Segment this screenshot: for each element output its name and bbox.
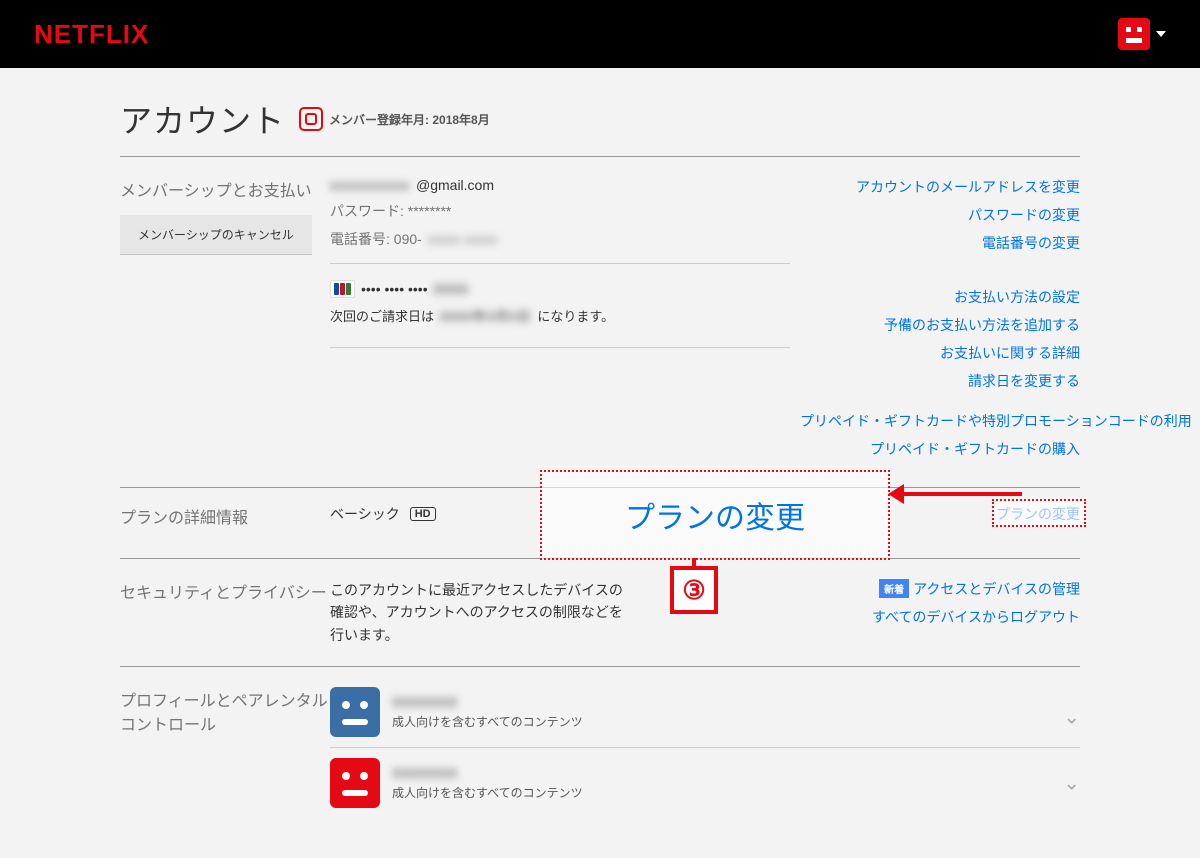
section-membership: メンバーシップとお支払い メンバーシップのキャンセル xxxxxxxxxx @g… [120,156,1080,487]
profile-name: XXXXXXX [392,765,583,781]
link-manage-access[interactable]: 新着アクセスとデバイスの管理 [800,579,1080,599]
link-signout-all[interactable]: すべてのデバイスからログアウト [800,607,1080,627]
new-badge: 新着 [879,579,909,598]
profile-name: XXXXXXX [392,694,583,710]
link-billing-details[interactable]: お支払いに関する詳細 [800,343,1080,363]
section-profiles: プロフィールとペアレンタルコントロール XXXXXXX 成人向けを含むすべてのコ… [120,666,1080,818]
account-phone: 電話番号: 090-xxxx-xxxx [330,229,790,249]
payment-card: •••• •••• •••• 0000 [330,280,790,298]
link-change-password[interactable]: パスワードの変更 [800,205,1080,225]
profile-maturity-desc: 成人向けを含むすべてのコンテンツ [392,784,583,801]
caret-down-icon [1156,31,1166,37]
page-title: アカウント [120,96,285,142]
section-security: セキュリティとプライバシー このアカウントに最近アクセスしたデバイスの確認や、ア… [120,558,1080,666]
cancel-membership-button[interactable]: メンバーシップのキャンセル [120,215,312,254]
security-description: このアカウントに最近アクセスしたデバイスの確認や、アカウントへのアクセスの制限な… [330,579,630,646]
annotation-callout: プランの変更 [540,470,890,560]
account-email: xxxxxxxxxx @gmail.com [330,177,790,193]
section-title-membership: メンバーシップとお支払い [120,177,330,201]
profile-avatar-icon [330,758,380,808]
chevron-down-icon[interactable]: ⌄ [1063,771,1080,796]
annotation-step-badge: ③ [670,566,718,614]
account-page: アカウント メンバー登録年月: 2018年8月 メンバーシップとお支払い メンバ… [120,68,1080,858]
hd-badge: HD [410,507,436,521]
link-change-email[interactable]: アカウントのメールアドレスを変更 [800,177,1080,197]
annotation-arrow [902,492,1022,496]
section-title-profiles: プロフィールとペアレンタルコントロール [120,687,330,735]
profile-maturity-desc: 成人向けを含むすべてのコンテンツ [392,713,583,730]
link-add-backup-payment[interactable]: 予備のお支払い方法を追加する [800,315,1080,335]
chevron-down-icon[interactable]: ⌄ [1063,705,1080,730]
profile-avatar-icon [330,687,380,737]
link-manage-payment[interactable]: お支払い方法の設定 [800,287,1080,307]
avatar-icon [1118,18,1150,50]
profile-menu-button[interactable] [1118,18,1166,50]
member-since-badge: メンバー登録年月: 2018年8月 [299,107,490,131]
annotation-highlight-link [992,499,1086,527]
link-redeem-gift[interactable]: プリペイド・ギフトカードや特別プロモーションコードの利用 [800,411,1080,431]
profile-row[interactable]: XXXXXXX 成人向けを含むすべてのコンテンツ ⌄ [330,747,1080,818]
section-title-plan: プランの詳細情報 [120,504,330,528]
next-billing-line: 次回のご請求日は 0000年0月0日 になります。 [330,306,790,325]
netflix-logo: NETFLIX [34,19,149,50]
top-bar: NETFLIX [0,0,1200,68]
link-buy-gift[interactable]: プリペイド・ギフトカードの購入 [800,439,1080,459]
link-change-billing-day[interactable]: 請求日を変更する [800,371,1080,391]
profile-row[interactable]: XXXXXXX 成人向けを含むすべてのコンテンツ ⌄ [330,687,1080,747]
account-password: パスワード: ******** [330,201,790,221]
link-change-phone[interactable]: 電話番号の変更 [800,233,1080,253]
annotation-callout-text: プランの変更 [625,493,805,537]
section-plan: プランの詳細情報 ベーシック HD プランの変更 プランの変更 ③ [120,487,1080,558]
section-title-security: セキュリティとプライバシー [120,579,330,603]
member-since-text: メンバー登録年月: 2018年8月 [329,111,490,128]
member-since-icon [299,107,323,131]
jcb-card-icon [330,280,355,298]
